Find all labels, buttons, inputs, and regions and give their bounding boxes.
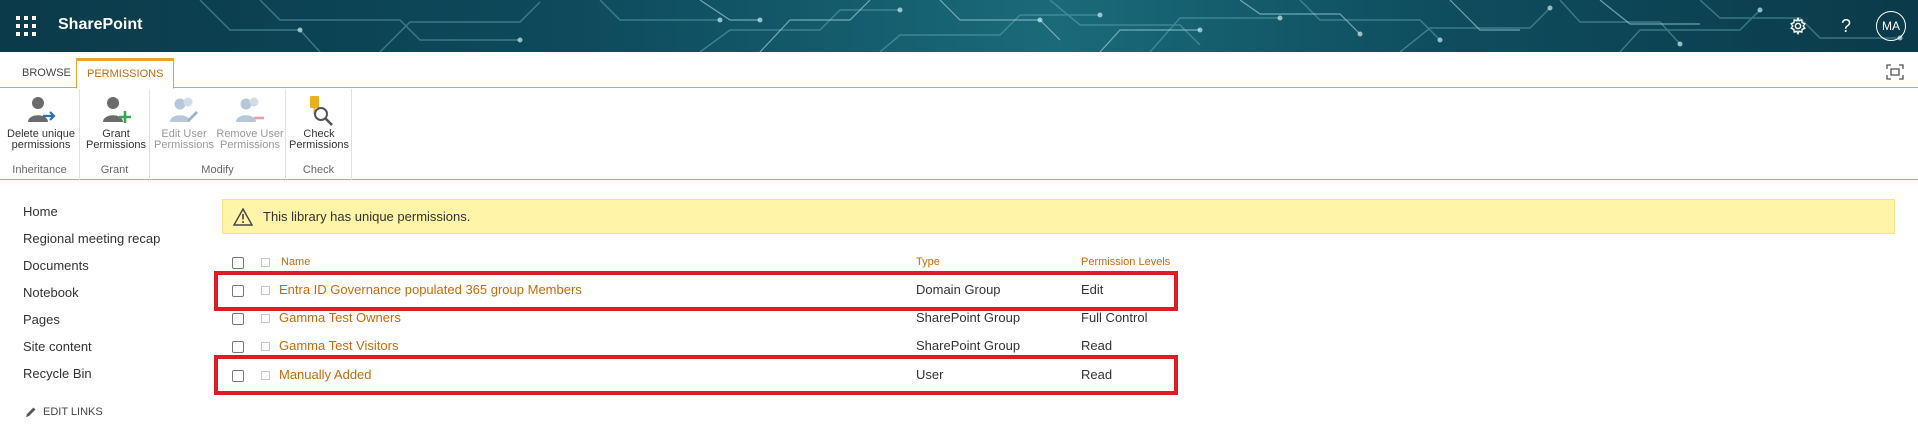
row-type: SharePoint Group	[916, 338, 1021, 353]
delete-permissions-icon	[28, 97, 56, 122]
app-title[interactable]: SharePoint	[58, 16, 142, 34]
row-checkbox[interactable]	[232, 341, 244, 353]
check-label-2: Permissions	[289, 139, 349, 151]
select-all-row-checkbox[interactable]	[261, 258, 270, 267]
app-launcher-icon[interactable]	[14, 14, 38, 38]
grant-permissions-button[interactable]: Grant Permissions	[86, 94, 146, 151]
ribbon-group-inheritance: Delete unique permissions Inheritance	[0, 89, 80, 180]
nav-item-regional-meeting-recap[interactable]: Regional meeting recap	[23, 229, 160, 256]
column-header-type[interactable]: Type	[916, 256, 940, 268]
delete-unique-permissions-button[interactable]: Delete unique permissions	[4, 94, 78, 151]
check-permissions-button[interactable]: Check Permissions	[289, 94, 349, 151]
ribbon-group-grant: Grant Permissions Grant	[80, 89, 150, 180]
nav-item-pages[interactable]: Pages	[23, 310, 160, 337]
nav-item-site-content[interactable]: Site content	[23, 337, 160, 364]
row-checkbox[interactable]	[232, 313, 244, 325]
warning-icon	[233, 207, 253, 226]
highlight-box-entra-row	[214, 271, 1178, 311]
select-all-checkbox[interactable]	[232, 257, 244, 269]
highlight-box-manual-row	[214, 355, 1178, 395]
row-select-box[interactable]	[261, 314, 270, 323]
tab-browse[interactable]: BROWSE	[12, 58, 81, 88]
row-select-box[interactable]	[261, 342, 270, 351]
table-header: Name Type Permission Levels	[222, 253, 1172, 271]
group-label-inheritance: Inheritance	[12, 164, 67, 176]
column-header-permission-levels[interactable]: Permission Levels	[1081, 256, 1170, 268]
pencil-icon	[26, 407, 36, 417]
row-type: SharePoint Group	[916, 310, 1021, 325]
grant-permissions-icon	[103, 97, 131, 123]
nav-item-notebook[interactable]: Notebook	[23, 283, 160, 310]
focus-on-content-icon[interactable]	[1886, 64, 1904, 80]
suite-bar: SharePoint ? MA	[0, 0, 1918, 52]
user-avatar[interactable]: MA	[1876, 11, 1906, 41]
ribbon-group-modify: Edit User Permissions Remove User Permis…	[150, 89, 286, 180]
group-label-check: Check	[302, 164, 335, 176]
row-name-link[interactable]: Gamma Test Owners	[279, 310, 401, 325]
tab-permissions[interactable]: PERMISSIONS	[76, 58, 175, 89]
remove-user-label-2: Permissions	[220, 139, 280, 151]
row-name-link[interactable]: Gamma Test Visitors	[279, 338, 398, 353]
delete-unique-label-2: permissions	[11, 139, 71, 151]
help-icon[interactable]: ?	[1822, 0, 1870, 52]
unique-permissions-warning: This library has unique permissions.	[222, 199, 1895, 234]
suite-bar-actions: ? MA	[1774, 0, 1918, 52]
row-permission-level: Full Control	[1081, 310, 1148, 325]
column-header-name[interactable]: Name	[281, 256, 310, 268]
ribbon-tab-bar: BROWSE PERMISSIONS	[0, 56, 1918, 89]
edit-user-label-2: Permissions	[154, 139, 214, 151]
nav-item-recycle-bin[interactable]: Recycle Bin	[23, 364, 160, 391]
check-permissions-icon	[310, 96, 333, 126]
edit-user-icon	[170, 97, 198, 122]
edit-user-permissions-button[interactable]: Edit User Permissions	[154, 94, 214, 151]
ribbon-group-check: Check Permissions Check	[286, 89, 352, 180]
warning-text: This library has unique permissions.	[263, 209, 471, 224]
group-label-modify: Modify	[201, 164, 234, 176]
edit-links-button[interactable]: EDIT LINKS	[25, 406, 103, 418]
nav-item-home[interactable]: Home	[23, 202, 160, 229]
nav-item-documents[interactable]: Documents	[23, 256, 160, 283]
left-navigation: Home Regional meeting recap Documents No…	[23, 202, 160, 391]
circuit-banner-image	[199, 0, 1903, 52]
edit-links-label: EDIT LINKS	[43, 406, 103, 418]
remove-user-icon	[236, 97, 264, 122]
ribbon: Delete unique permissions Inheritance Gr…	[0, 89, 1918, 180]
remove-user-permissions-button[interactable]: Remove User Permissions	[216, 94, 284, 151]
grant-label-2: Permissions	[86, 139, 146, 151]
settings-gear-icon[interactable]	[1774, 0, 1822, 52]
group-label-grant: Grant	[100, 164, 129, 176]
row-permission-level: Read	[1081, 338, 1113, 353]
